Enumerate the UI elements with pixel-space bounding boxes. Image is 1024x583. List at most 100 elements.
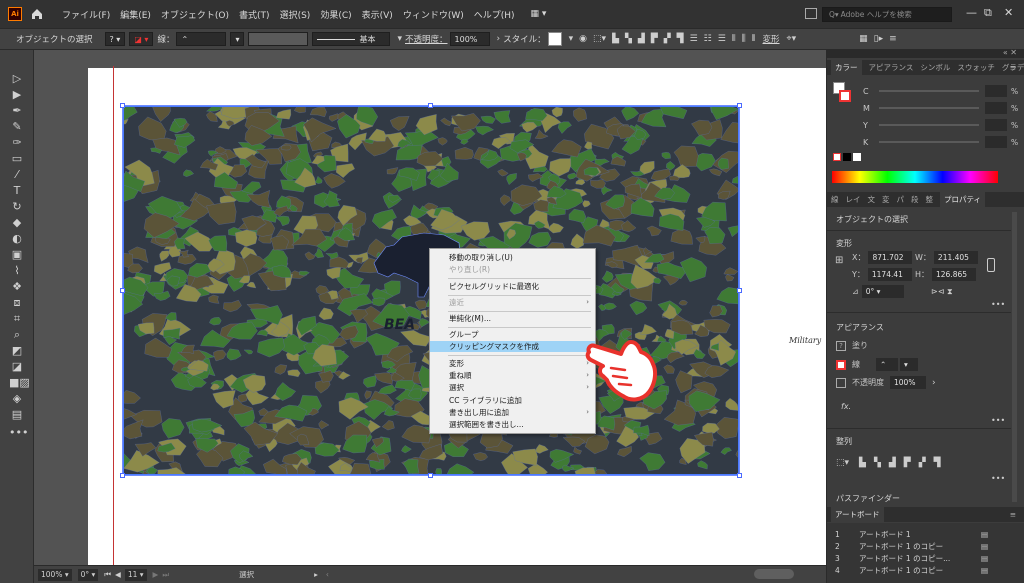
graphic-style-swatch[interactable] [547,32,562,46]
distribute-center-icon[interactable]: ⫼ [742,34,746,44]
channel-m-slider[interactable] [879,107,979,109]
properties-scrollbar[interactable] [1012,212,1017,502]
chevron-right-icon[interactable]: › [932,378,936,388]
close-icon[interactable]: ✕ [1004,6,1013,19]
context-item-make-clipping-mask[interactable]: クリッピングマスクを作成 [430,341,595,352]
tab-stroke[interactable]: 線 [831,194,839,205]
opacity-input[interactable]: 100% [890,376,926,389]
distribute-left-icon[interactable]: ⫴ [732,34,736,44]
tab-transform[interactable]: 変 [882,194,890,205]
panel-options-icon[interactable]: ▦ [859,34,868,44]
eraser-tool-icon[interactable]: ◆ [9,216,25,230]
artboard-number-input[interactable]: 11 ▾ [124,568,147,581]
tab-color[interactable]: カラー [831,60,862,75]
align-right-icon[interactable]: ▟ [638,34,645,44]
free-transform-tool-icon[interactable]: ▣ [9,248,25,262]
tab-properties[interactable]: プロパティ [940,192,986,207]
context-item-add-to-cc-library[interactable]: CC ライブラリに追加 [430,395,595,406]
selection-tool-icon[interactable]: ▷ [9,72,25,86]
direct-selection-tool-icon[interactable]: ▶ [9,88,25,102]
add-effect-button[interactable]: fx. [841,402,851,411]
recolor-artwork-icon[interactable]: ◉ [579,34,587,44]
align-middle-icon[interactable]: ▞ [664,34,671,44]
context-item-select[interactable]: 選択 › [430,382,595,393]
align-to-icon[interactable]: ⬚▾ [836,458,849,468]
status-menu-icon[interactable]: ▸ [314,570,318,579]
stroke-swatch[interactable] [836,359,846,370]
align-center-icon[interactable]: ▚ [625,34,632,44]
channel-k-slider[interactable] [879,141,979,143]
fill-stroke-icon[interactable]: ◪ [9,360,25,374]
collapse-dock-icon[interactable]: « ✕ [1003,48,1017,57]
workspace-switcher-icon[interactable]: ▦ ▾ [531,9,547,19]
stroke-weight-input[interactable]: ⌃ [876,358,898,371]
x-input[interactable]: 871.702 [868,251,913,264]
next-artboard-icon[interactable]: ▶ [153,570,159,579]
chevron-down-icon[interactable]: ▾ [397,34,402,44]
pen-tool-icon[interactable]: ✒ [9,104,25,118]
minimize-icon[interactable]: — [966,6,977,19]
zoom-tool-icon[interactable]: ⌕ [9,328,25,342]
artboard-row[interactable]: 2 アートボード 1 のコピー ▤ [827,541,1024,552]
tab-character[interactable]: 文 [868,194,876,205]
rectangle-tool-icon[interactable]: ▭ [9,152,25,166]
menu-type[interactable]: 書式(T) [239,8,270,21]
channel-m-input[interactable] [985,102,1007,114]
context-item-pixel-grid[interactable]: ピクセルグリッドに最適化 [430,281,595,292]
menu-object[interactable]: オブジェクト(O) [161,8,229,21]
horizontal-scrollbar-thumb[interactable] [754,569,794,579]
context-item-undo-move[interactable]: 移動の取り消し(U) [430,252,595,263]
menu-file[interactable]: ファイル(F) [62,8,110,21]
menu-select[interactable]: 選択(S) [280,8,311,21]
reference-point-icon[interactable]: ⊞ [835,255,843,266]
channel-y-slider[interactable] [879,124,979,126]
tab-align[interactable]: 整 [926,194,934,205]
channel-c-slider[interactable] [879,90,979,92]
prev-artboard-icon[interactable]: ◀ [115,570,121,579]
tab-layers[interactable]: レイ [846,194,861,205]
channel-c-input[interactable] [985,85,1007,97]
context-item-transform[interactable]: 変形 › [430,358,595,369]
artboard-row[interactable]: 1 アートボード 1 ▤ [827,529,1024,540]
tab-paragraph[interactable]: 段 [911,194,919,205]
slice-tool-icon[interactable]: ⌗ [9,312,25,326]
distribute-middle-icon[interactable]: ☷ [704,34,712,44]
artboard-tool-icon[interactable]: ⧈ [9,296,25,310]
chevron-right-icon[interactable]: › [497,34,501,44]
distribute-bottom-icon[interactable]: ☰ [718,34,726,44]
align-top-icon[interactable]: ▛ [904,458,911,468]
context-item-simplify[interactable]: 単純化(M)... [430,313,595,324]
fill-swatch[interactable]: ? [836,340,846,351]
fill-stroke-indicator-icon[interactable] [833,82,853,106]
tab-appearance[interactable]: アピアランス [869,62,914,73]
channel-k-input[interactable] [985,136,1007,148]
home-icon[interactable] [30,7,44,21]
paintbrush-tool-icon[interactable]: ⁄ [9,168,25,182]
align-left-icon[interactable]: ▙ [859,458,866,468]
constrain-proportions-icon[interactable] [987,258,995,272]
panel-menu-icon[interactable]: ≡ [1010,510,1016,519]
distribute-right-icon[interactable]: ⫴ [752,34,756,44]
type-tool-icon[interactable]: T [9,184,25,198]
align-to-icon[interactable]: ⬚▾ [593,34,606,44]
panel-menu-icon[interactable]: ≡ [1010,63,1016,72]
help-search-input[interactable]: Q▾ Adobe ヘルプを検索 [822,7,952,22]
white-swatch[interactable] [853,153,861,161]
stroke-swatch-dropdown[interactable]: ◪ ▾ [129,32,154,46]
rotation-dropdown[interactable]: 0° ▾ [77,568,99,581]
draw-mode-icon[interactable]: ◈ [9,392,25,406]
w-input[interactable]: 211.405 [933,251,978,264]
distribute-top-icon[interactable]: ☰ [690,34,698,44]
first-artboard-icon[interactable]: ⏮ [104,570,111,580]
context-item-add-for-export[interactable]: 書き出し用に追加 › [430,407,595,418]
more-options-icon[interactable]: ••• [991,300,1005,309]
transform-link[interactable]: 変形 [763,33,780,45]
blend-tool-icon[interactable]: ❖ [9,280,25,294]
h-input[interactable]: 126.865 [932,268,977,281]
variable-width-dropdown[interactable]: ▾ [230,32,245,46]
more-options-icon[interactable]: ••• [991,416,1005,425]
opacity-input[interactable]: 100% [449,32,490,46]
artboard-options-icon[interactable]: ▤ [981,554,988,563]
tab-symbols[interactable]: シンボル [920,62,950,73]
restore-icon[interactable]: ⧉ [984,6,992,20]
